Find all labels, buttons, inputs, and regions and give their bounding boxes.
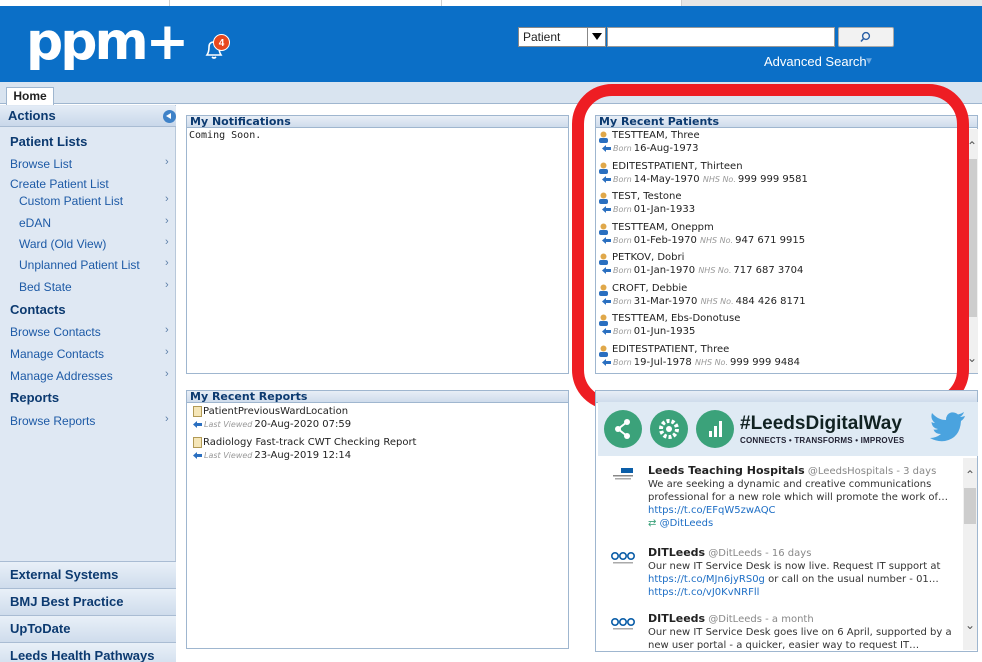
retweet-by-link[interactable]: @DitLeeds (660, 518, 714, 529)
tweet-author[interactable]: Leeds Teaching Hospitals (648, 464, 805, 477)
share-icon[interactable] (604, 410, 642, 448)
notification-count-badge: 4 (213, 34, 230, 51)
report-icon (193, 437, 202, 448)
social-scrollbar[interactable]: ⌃ ⌄ (963, 458, 977, 650)
sidebar-leeds-health-pathways[interactable]: Leeds Health Pathways (0, 642, 176, 662)
chevron-right-icon: › (165, 215, 169, 227)
sidebar-heading-patient-lists: Patient Lists (10, 134, 88, 149)
recent-reports-title: My Recent Reports (187, 391, 568, 403)
report-name[interactable]: PatientPreviousWardLocation (203, 406, 348, 417)
report-last-viewed: Last Viewed 23-Aug-2019 12:14 (204, 450, 352, 461)
tweet-handle: @DitLeeds - a month (708, 614, 814, 625)
chevron-right-icon: › (165, 236, 169, 248)
sidebar-item-custom-patient-list[interactable]: Custom Patient List (19, 194, 123, 208)
scroll-down-icon[interactable]: ⌄ (965, 618, 975, 632)
sidebar-item-manage-addresses[interactable]: Manage Addresses (10, 369, 113, 383)
sidebar-item-manage-contacts[interactable]: Manage Contacts (10, 347, 104, 361)
chevron-right-icon: › (165, 279, 169, 291)
sidebar-bmj-best-practice[interactable]: BMJ Best Practice (0, 588, 176, 615)
chevron-down-icon[interactable]: ▼ (864, 56, 874, 67)
advanced-search-link[interactable]: Advanced Search (764, 54, 867, 69)
tweet-link[interactable]: https://t.co/EFqW5zwAQC (648, 505, 776, 516)
sidebar-item-bed-state[interactable]: Bed State (19, 280, 72, 294)
collapse-sidebar-icon[interactable] (163, 110, 176, 123)
sidebar-item-ward-old-view[interactable]: Ward (Old View) (19, 237, 106, 251)
notifications-title: My Notifications (187, 116, 568, 128)
sidebar-actions-header: Actions (0, 106, 176, 127)
leeds-hospitals-logo-icon (613, 468, 633, 480)
tweet-link[interactable]: https://t.co/MJn6jyRS0g (648, 574, 765, 585)
chevron-right-icon: › (165, 156, 169, 168)
tweet-author[interactable]: DITLeeds (648, 612, 705, 625)
tweet-text: We are seeking a dynamic and creative co… (648, 479, 949, 503)
report-icon (193, 406, 202, 417)
sidebar-external-systems[interactable]: External Systems (0, 561, 176, 588)
social-hashtag: #LeedsDigitalWay (740, 413, 902, 434)
chevron-right-icon: › (165, 257, 169, 269)
tweet-text: Our new IT Service Desk goes live on 6 A… (648, 627, 952, 650)
tweet-text: or call on the usual number - 01… (768, 574, 939, 585)
ditleeds-logo-icon (611, 551, 635, 564)
tab-home[interactable]: Home (6, 87, 54, 105)
tweet-handle: @LeedsHospitals - 3 days (807, 466, 937, 477)
sidebar-uptodate[interactable]: UpToDate (0, 615, 176, 642)
scroll-up-icon[interactable]: ⌃ (965, 468, 975, 482)
tweet-link[interactable]: https://t.co/vJ0KvNRFll (648, 587, 759, 598)
search-icon (860, 31, 871, 43)
gear-icon[interactable] (650, 410, 688, 448)
tweet-3: DITLeeds @DitLeeds - a month Our new IT … (648, 612, 960, 650)
chevron-right-icon: › (165, 346, 169, 358)
twitter-icon[interactable] (930, 412, 966, 442)
ppm-logo[interactable]: ppm+ (26, 16, 189, 68)
tweet-2: DITLeeds @DitLeeds - 16 days Our new IT … (648, 546, 960, 599)
sidebar-heading-contacts: Contacts (10, 302, 66, 317)
sidebar-item-browse-contacts[interactable]: Browse Contacts (10, 325, 101, 339)
chevron-right-icon: › (165, 193, 169, 205)
retweet-icon: ⇄ (648, 518, 657, 529)
search-type-select[interactable]: Patient (518, 27, 606, 47)
ditleeds-logo-icon (611, 617, 635, 630)
notifications-body: Coming Soon. (189, 130, 262, 141)
recent-reports-panel: My Recent Reports PatientPreviousWardLoc… (186, 390, 569, 649)
search-type-value: Patient (523, 30, 561, 44)
scroll-thumb[interactable] (964, 488, 976, 524)
sidebar-item-browse-list[interactable]: Browse List (10, 157, 72, 171)
chevron-down-icon[interactable] (587, 28, 605, 46)
sidebar-item-edan[interactable]: eDAN (19, 216, 51, 230)
chevron-right-icon: › (165, 324, 169, 336)
tweet-1: Leeds Teaching Hospitals @LeedsHospitals… (648, 464, 960, 530)
notifications-panel: My Notifications Coming Soon. (186, 115, 569, 374)
chevron-right-icon: › (165, 368, 169, 380)
bar-chart-icon[interactable] (696, 410, 734, 448)
tweet-text: Our new IT Service Desk is now live. Req… (648, 561, 941, 572)
browser-top-strip (0, 0, 982, 6)
sidebar-item-create-patient-list[interactable]: Create Patient List (10, 177, 109, 191)
sidebar-heading-reports: Reports (10, 390, 60, 405)
chevron-right-icon: › (165, 413, 169, 425)
social-tagline: CONNECTS • TRANSFORMS • IMPROVES (740, 436, 905, 445)
search-input[interactable] (607, 27, 835, 47)
sidebar-item-unplanned-patient-list[interactable]: Unplanned Patient List (19, 258, 140, 272)
tweet-handle: @DitLeeds - 16 days (708, 548, 812, 559)
report-name[interactable]: Radiology Fast-track CWT Checking Report (203, 437, 416, 448)
pin-icon (193, 421, 202, 428)
report-last-viewed: Last Viewed 20-Aug-2020 07:59 (204, 419, 352, 430)
tweet-author[interactable]: DITLeeds (648, 546, 705, 559)
search-button[interactable] (838, 27, 894, 47)
sidebar-item-browse-reports[interactable]: Browse Reports (10, 414, 95, 428)
highlight-annotation-frame (572, 84, 969, 410)
pin-icon (193, 452, 202, 459)
